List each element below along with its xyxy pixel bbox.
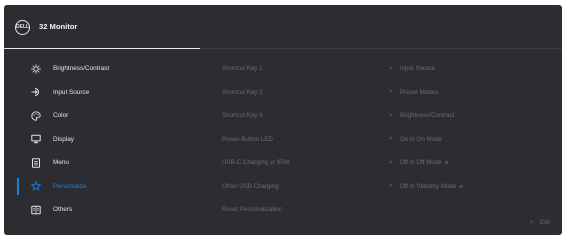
menu-item-label: Display xyxy=(53,135,74,143)
main-menu: Brightness/Contrast Input Source Color D… xyxy=(4,57,214,222)
color-palette-icon xyxy=(31,111,41,121)
option-shortcut-key-2[interactable]: Shortcut Key 2 xyxy=(222,81,372,105)
value-power-button-led: > On in On Mode xyxy=(389,128,549,152)
chevron-right-icon: > xyxy=(389,136,393,143)
menu-item-label: Input Source xyxy=(53,88,90,96)
menu-icon xyxy=(31,158,41,168)
exit-label: Exit xyxy=(539,220,550,226)
value-text: Preset Modes xyxy=(400,88,439,96)
chevron-right-icon: > xyxy=(389,65,393,72)
option-values: > Input Source > Preset Modes > Brightne… xyxy=(389,57,549,198)
option-shortcut-key-3[interactable]: Shortcut Key 3 xyxy=(222,104,372,128)
monitor-osd-panel: DELL 32 Monitor Brightness/Contrast Inpu… xyxy=(4,5,562,235)
menu-item-input-source[interactable]: Input Source xyxy=(4,81,214,105)
menu-item-label: Menu xyxy=(53,159,69,167)
value-text: Off in Standby Mode xyxy=(400,182,457,190)
chevron-right-icon: > xyxy=(389,89,393,96)
menu-item-label: Color xyxy=(53,112,69,120)
header-divider-highlight xyxy=(4,48,200,49)
star-icon xyxy=(31,181,41,191)
input-source-icon xyxy=(31,87,41,97)
leaf-icon: ⌀ xyxy=(459,183,463,190)
option-shortcut-key-1[interactable]: Shortcut Key 1 xyxy=(222,57,372,81)
menu-item-display[interactable]: Display xyxy=(4,128,214,152)
chevron-right-icon: > xyxy=(389,159,393,166)
menu-item-personalize[interactable]: Personalize xyxy=(4,175,214,199)
exit-button[interactable]: < Exit xyxy=(530,220,550,226)
personalize-options: Shortcut Key 1 Shortcut Key 2 Shortcut K… xyxy=(222,57,372,222)
value-text: Input Source xyxy=(400,65,436,73)
display-icon xyxy=(31,134,41,144)
value-shortcut-key-2: > Preset Modes xyxy=(389,81,549,105)
option-usb-c-charging[interactable]: USB-C Charging ⇄ 65W xyxy=(222,151,372,175)
value-shortcut-key-1: > Input Source xyxy=(389,57,549,81)
dell-logo: DELL xyxy=(15,20,30,35)
menu-item-brightness-contrast[interactable]: Brightness/Contrast xyxy=(4,57,214,81)
menu-item-label: Personalize xyxy=(53,182,87,190)
menu-item-others[interactable]: Others xyxy=(4,198,214,222)
value-text: On in On Mode xyxy=(400,135,442,143)
value-shortcut-key-3: > Brightness/Contrast xyxy=(389,104,549,128)
value-text: Off in Off Mode xyxy=(400,159,442,167)
chevron-left-icon: < xyxy=(529,220,534,226)
chevron-right-icon: > xyxy=(389,183,393,190)
brightness-icon xyxy=(31,64,41,74)
others-icon xyxy=(31,205,41,215)
osd-header: DELL 32 Monitor xyxy=(4,5,562,47)
option-power-button-led[interactable]: Power Button LED xyxy=(222,128,372,152)
menu-item-label: Brightness/Contrast xyxy=(53,65,110,73)
value-usb-c-charging: > Off in Off Mode ⌀ xyxy=(389,151,549,175)
active-indicator xyxy=(17,177,19,195)
leaf-icon: ⌀ xyxy=(444,160,449,167)
menu-item-color[interactable]: Color xyxy=(4,104,214,128)
option-reset-personalization[interactable]: Reset Personalization xyxy=(222,198,372,222)
menu-item-label: Others xyxy=(53,206,73,214)
value-other-usb-charging: > Off in Standby Mode ⌀ xyxy=(389,175,549,199)
chevron-right-icon: > xyxy=(389,112,393,119)
menu-item-menu[interactable]: Menu xyxy=(4,151,214,175)
option-other-usb-charging[interactable]: Other USB Charging xyxy=(222,175,372,199)
value-text: Brightness/Contrast xyxy=(400,112,455,120)
monitor-title: 32 Monitor xyxy=(39,22,78,31)
